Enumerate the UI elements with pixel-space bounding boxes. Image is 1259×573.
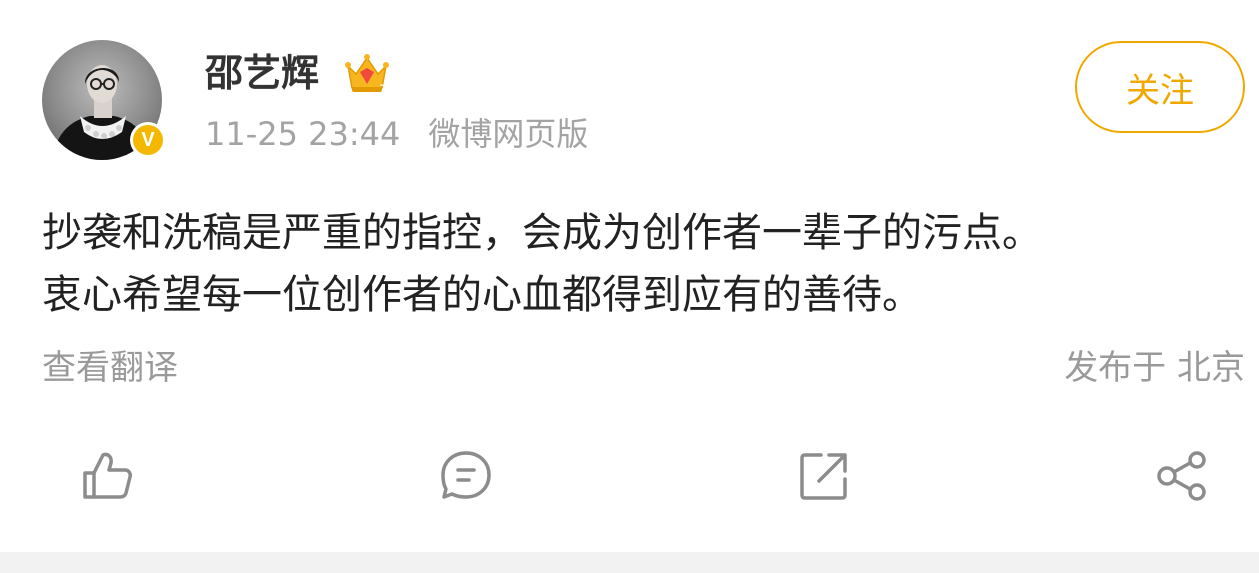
share-button[interactable] [1154, 448, 1210, 504]
post-text-line: 衷心希望每一位创作者的心血都得到应有的善待。 [42, 272, 922, 318]
post-text-line: 抄袭和洗稿是严重的指控，会成为创作者一辈子的污点。 [42, 210, 1042, 256]
author-name[interactable]: 邵艺辉 [205, 48, 319, 98]
share-icon [1157, 451, 1206, 501]
follow-button[interactable]: 关注 [1075, 41, 1245, 133]
crown-icon[interactable]: 7 [344, 52, 390, 98]
verified-badge: V [130, 122, 166, 158]
verified-v-icon: V [133, 125, 163, 155]
feed-divider [0, 552, 1259, 573]
comment-icon [441, 451, 491, 499]
post-location: 发布于 北京 [1064, 348, 1245, 388]
post-content: 抄袭和洗稿是严重的指控，会成为创作者一辈子的污点。 衷心希望每一位创作者的心血都… [42, 202, 1252, 326]
like-button[interactable] [80, 448, 136, 504]
post-meta: 11-25 23:44 微博网页版 [205, 112, 588, 156]
translate-link[interactable]: 查看翻译 [42, 346, 178, 390]
repost-icon [800, 453, 847, 500]
repost-button[interactable] [796, 448, 852, 504]
svg-text:7: 7 [380, 83, 386, 94]
comment-button[interactable] [438, 448, 494, 504]
thumbs-up-icon [83, 452, 132, 499]
post-source[interactable]: 微博网页版 [428, 115, 588, 153]
post-time: 11-25 23:44 [205, 115, 401, 153]
